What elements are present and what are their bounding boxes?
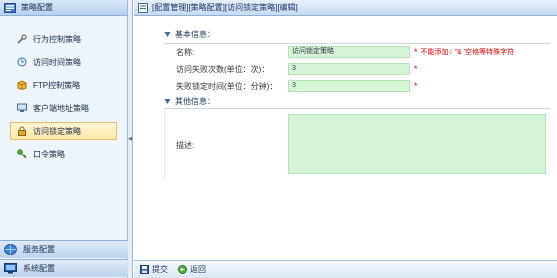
required-mark: * bbox=[414, 64, 418, 74]
back-label: 返回 bbox=[190, 265, 206, 274]
sidebar-header[interactable]: 策略配置 bbox=[0, 0, 127, 16]
clock-icon bbox=[17, 57, 27, 67]
policy-config-icon bbox=[4, 2, 16, 13]
breadcrumb: [配置管理][策略配置][访问锁定策略][编辑] bbox=[134, 0, 557, 16]
lock-icon bbox=[18, 126, 26, 136]
action-bar: 提交 返回 bbox=[134, 260, 557, 278]
section-title: 基本信息： bbox=[175, 30, 215, 39]
tools-icon bbox=[17, 34, 27, 44]
section-title: 其他信息： bbox=[175, 97, 215, 106]
sidebar-menu: 行为控制策略 访问时间策略 FTP控制策略 客户端地址策略 访问锁定策略 口令策… bbox=[0, 16, 127, 163]
globe-icon bbox=[4, 244, 17, 255]
sidebar-item-ftp-control[interactable]: FTP控制策略 bbox=[10, 76, 117, 94]
description-textarea[interactable] bbox=[288, 114, 546, 174]
sidebar-title: 策略配置 bbox=[21, 3, 53, 12]
name-row: 名称: 访问锁定策略 * 不能添加○ "& '空格等特殊字符 bbox=[176, 46, 514, 58]
divider bbox=[164, 43, 550, 44]
name-field[interactable]: 访问锁定策略 bbox=[288, 46, 410, 58]
name-hint: 不能添加○ "& '空格等特殊字符 bbox=[420, 49, 515, 56]
computer-icon bbox=[17, 103, 27, 112]
sidebar-item-label: 访问锁定策略 bbox=[33, 126, 81, 136]
lock-time-label: 失败锁定时间(单位：分钟)： bbox=[176, 81, 278, 91]
breadcrumb-text: [配置管理][策略配置][访问锁定策略][编辑] bbox=[152, 3, 298, 12]
monitor-icon bbox=[4, 263, 17, 274]
sidebar-item-access-lock[interactable]: 访问锁定策略 bbox=[10, 122, 117, 140]
sidebar-item-client-address[interactable]: 客户端地址策略 bbox=[10, 99, 117, 117]
required-mark: * bbox=[414, 81, 418, 91]
submit-label: 提交 bbox=[152, 265, 168, 274]
collapse-arrow-icon: ◀ bbox=[128, 136, 132, 142]
expand-icon bbox=[164, 99, 171, 104]
fail-count-field[interactable]: 3 bbox=[288, 63, 410, 75]
sidebar-item-label: 访问时间策略 bbox=[33, 57, 81, 67]
sidebar-section-label: 服务配置 bbox=[23, 245, 55, 254]
sidebar-item-behavior-control[interactable]: 行为控制策略 bbox=[10, 30, 117, 48]
sidebar-item-label: 行为控制策略 bbox=[33, 34, 81, 44]
back-button[interactable]: 返回 bbox=[178, 264, 206, 275]
name-label: 名称: bbox=[176, 47, 195, 57]
lock-time-row: 失败锁定时间(单位：分钟)： 3 * bbox=[176, 80, 418, 92]
back-icon bbox=[178, 265, 187, 274]
sidebar-section-label: 系统配置 bbox=[23, 264, 55, 273]
expand-icon bbox=[164, 32, 171, 37]
key-icon bbox=[17, 149, 27, 159]
lock-time-field[interactable]: 3 bbox=[288, 80, 410, 92]
page-icon bbox=[138, 2, 148, 13]
description-label: 描述: bbox=[176, 141, 195, 150]
submit-button[interactable]: 提交 bbox=[140, 264, 168, 275]
main-panel: [配置管理][策略配置][访问锁定策略][编辑] 基本信息： 名称: 访问锁定策… bbox=[134, 0, 557, 278]
sidebar: 策略配置 行为控制策略 访问时间策略 FTP控制策略 客户端地址策略 访问锁定策… bbox=[0, 0, 128, 278]
sidebar-section-service-config[interactable]: 服务配置 bbox=[0, 240, 128, 258]
sidebar-item-label: FTP控制策略 bbox=[33, 80, 81, 90]
other-info-header: 其他信息： bbox=[164, 96, 215, 107]
fail-count-row: 访问失败次数(单位：次)： 3 * bbox=[176, 63, 418, 75]
ftp-icon bbox=[17, 80, 27, 90]
required-mark: * bbox=[414, 47, 418, 57]
sidebar-collapse-handle[interactable]: ◀ bbox=[128, 0, 133, 278]
sidebar-section-system-config[interactable]: 系统配置 bbox=[0, 259, 128, 277]
sidebar-item-access-time[interactable]: 访问时间策略 bbox=[10, 53, 117, 71]
save-icon bbox=[140, 265, 149, 274]
sidebar-item-label: 客户端地址策略 bbox=[33, 103, 89, 113]
basic-info-header: 基本信息： bbox=[164, 29, 557, 40]
fail-count-label: 访问失败次数(单位：次)： bbox=[176, 64, 270, 74]
sidebar-item-password[interactable]: 口令策略 bbox=[10, 145, 117, 163]
sidebar-item-label: 口令策略 bbox=[33, 149, 65, 159]
